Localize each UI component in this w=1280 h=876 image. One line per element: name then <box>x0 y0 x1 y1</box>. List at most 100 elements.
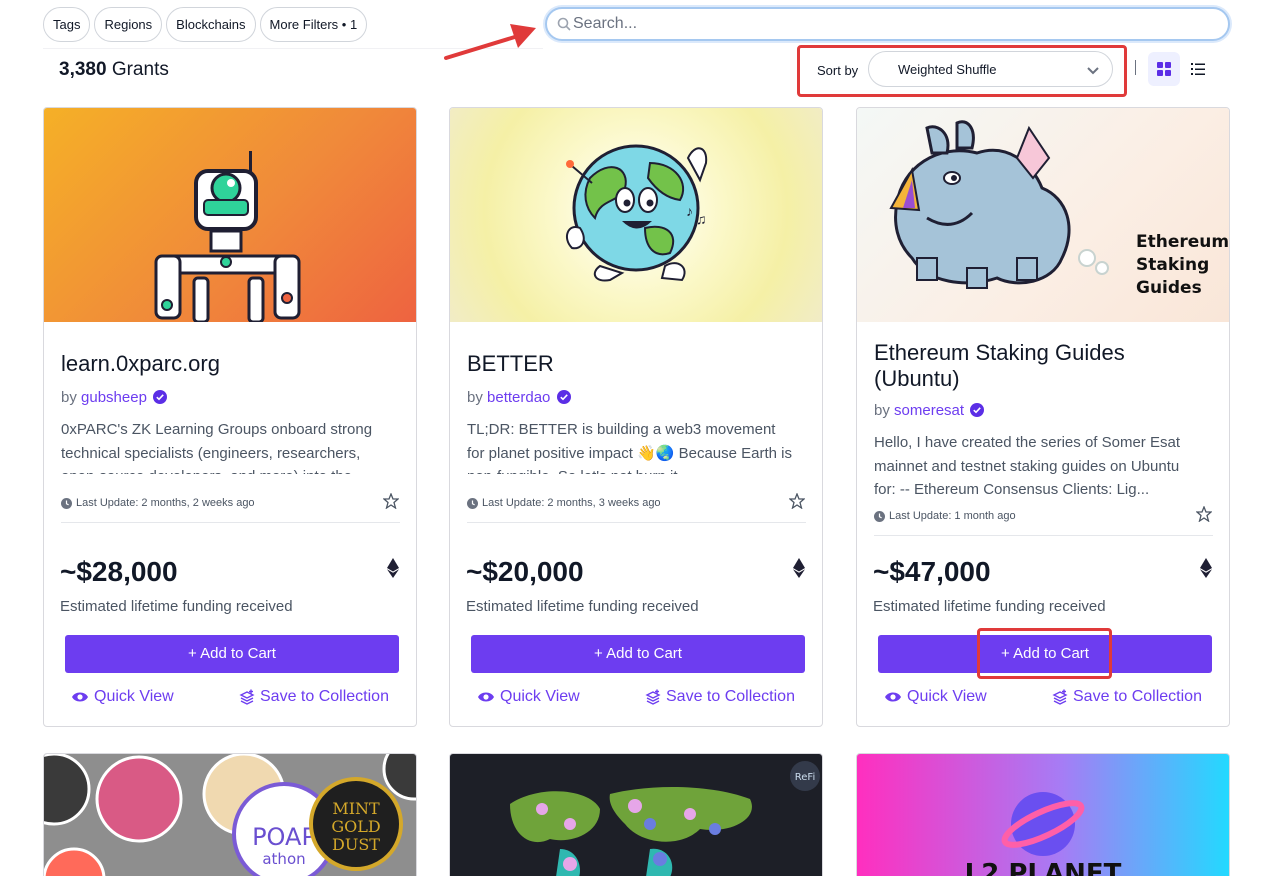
image-text: MINT <box>332 799 380 818</box>
grant-card[interactable]: learn.0xparc.org by gubsheep 0xPARC's ZK… <box>43 107 417 727</box>
poap-stickers-icon: POAP athon MINT GOLD DUST <box>44 754 416 876</box>
grant-title[interactable]: learn.0xparc.org <box>61 351 391 377</box>
annotation-arrow-icon <box>440 22 540 69</box>
earth-mascot-illustration-icon: ♪ ♫ <box>565 144 708 282</box>
author-link[interactable]: someresat <box>894 402 964 419</box>
grant-image[interactable]: ♪ ♫ <box>450 108 822 322</box>
rhino-illustration-icon: Ethereum Staking Guides <box>889 120 1229 298</box>
image-text: ReFi <box>795 772 815 783</box>
save-to-collection-link[interactable]: Save to Collection <box>1052 688 1202 706</box>
grant-card[interactable]: L2 PLANET <box>856 753 1230 876</box>
list-view-button[interactable] <box>1182 52 1214 86</box>
add-to-cart-button[interactable]: + Add to Cart <box>65 635 399 673</box>
grid-view-button[interactable] <box>1148 52 1180 86</box>
verified-badge-icon <box>153 390 168 404</box>
last-update-text: Last Update: 1 month ago <box>889 510 1016 522</box>
verified-badge-icon <box>556 390 571 404</box>
image-text: athon <box>262 850 305 868</box>
grid-view-icon <box>1157 62 1171 76</box>
funding-amount: ~$47,000 <box>873 556 991 587</box>
card-divider <box>467 522 806 523</box>
clock-icon <box>467 497 478 509</box>
funding-label: Estimated lifetime funding received <box>466 598 699 615</box>
search-box[interactable] <box>545 7 1230 41</box>
add-to-cart-button[interactable]: + Add to Cart <box>471 635 805 673</box>
svg-text:♪: ♪ <box>686 203 693 219</box>
image-text: POAP <box>252 823 316 851</box>
save-to-collection-link[interactable]: Save to Collection <box>239 688 389 706</box>
more-filters-button[interactable]: More Filters • 1 <box>259 7 368 42</box>
save-to-collection-label: Save to Collection <box>260 688 389 705</box>
grant-title[interactable]: BETTER <box>467 351 797 377</box>
clock-icon <box>874 510 885 522</box>
last-update: Last Update: 2 months, 3 weeks ago <box>467 497 661 509</box>
save-to-collection-label: Save to Collection <box>1073 688 1202 705</box>
results-count: 3,380 Grants <box>59 59 169 81</box>
ethereum-icon <box>1200 558 1212 583</box>
image-text: Guides <box>1136 278 1202 298</box>
cart-highlight-box <box>977 628 1112 679</box>
image-text: DUST <box>332 835 380 854</box>
view-divider <box>1135 60 1136 75</box>
chevron-down-icon <box>1086 63 1100 81</box>
image-text: Ethereum <box>1136 232 1229 252</box>
card-divider <box>874 535 1213 536</box>
quick-view-link[interactable]: Quick View <box>477 688 580 706</box>
results-number: 3,380 <box>59 59 107 80</box>
collection-add-icon <box>1052 689 1068 705</box>
funding-label: Estimated lifetime funding received <box>873 598 1106 615</box>
quick-view-link[interactable]: Quick View <box>884 688 987 706</box>
grant-card[interactable]: POAP athon MINT GOLD DUST <box>43 753 417 876</box>
sort-value: Weighted Shuffle <box>898 62 997 77</box>
quick-view-link[interactable]: Quick View <box>71 688 174 706</box>
ethereum-icon <box>793 558 805 583</box>
collection-add-icon <box>645 689 661 705</box>
grant-description: Hello, I have created the series of Some… <box>874 434 1180 498</box>
collection-add-icon <box>239 689 255 705</box>
last-update: Last Update: 2 months, 2 weeks ago <box>61 497 255 509</box>
grant-title[interactable]: Ethereum Staking Guides (Ubuntu) <box>874 340 1204 392</box>
grant-author: by gubsheep <box>61 389 168 406</box>
l2-planet-logo-icon: L2 PLANET <box>965 792 1122 876</box>
results-label: Grants <box>111 59 169 80</box>
eye-icon <box>72 692 88 702</box>
star-icon[interactable] <box>382 492 400 514</box>
list-view-icon <box>1191 63 1205 75</box>
save-to-collection-link[interactable]: Save to Collection <box>645 688 795 706</box>
tags-filter[interactable]: Tags <box>43 7 91 42</box>
grant-image[interactable]: Ethereum Staking Guides <box>857 108 1229 322</box>
quick-view-label: Quick View <box>500 688 580 705</box>
blockchains-filter[interactable]: Blockchains <box>166 7 256 42</box>
search-icon <box>557 17 571 36</box>
grant-author: by someresat <box>874 402 985 419</box>
search-input[interactable] <box>573 13 1213 35</box>
grant-card[interactable]: ♪ ♫ BETTER by betterdao TL;DR: BETTER is… <box>449 107 823 727</box>
eye-icon <box>478 692 494 702</box>
grant-card[interactable]: ReFi <box>449 753 823 876</box>
by-label: by <box>61 389 77 406</box>
author-link[interactable]: betterdao <box>487 389 550 406</box>
svg-text:♫: ♫ <box>696 211 707 227</box>
star-icon[interactable] <box>1195 505 1213 527</box>
funding-amount: ~$20,000 <box>466 556 584 587</box>
funding-label: Estimated lifetime funding received <box>60 598 293 615</box>
robot-illustration-icon <box>154 151 301 322</box>
save-to-collection-label: Save to Collection <box>666 688 795 705</box>
grant-image[interactable] <box>44 108 416 322</box>
grant-description: TL;DR: BETTER is building a web3 movemen… <box>467 421 792 474</box>
image-text: L2 PLANET <box>965 859 1122 876</box>
sort-select[interactable]: Weighted Shuffle <box>868 51 1113 87</box>
filter-bar: Tags Regions Blockchains More Filters • … <box>43 7 368 42</box>
author-link[interactable]: gubsheep <box>81 389 147 406</box>
clock-icon <box>61 497 72 509</box>
last-update-text: Last Update: 2 months, 2 weeks ago <box>76 497 255 509</box>
quick-view-label: Quick View <box>907 688 987 705</box>
sort-label: Sort by <box>817 63 859 78</box>
quick-view-label: Quick View <box>94 688 174 705</box>
last-update: Last Update: 1 month ago <box>874 510 1016 522</box>
world-map-icon: ReFi <box>510 761 820 876</box>
regions-filter[interactable]: Regions <box>94 7 163 42</box>
ethereum-icon <box>387 558 399 583</box>
star-icon[interactable] <box>788 492 806 514</box>
by-label: by <box>467 389 483 406</box>
